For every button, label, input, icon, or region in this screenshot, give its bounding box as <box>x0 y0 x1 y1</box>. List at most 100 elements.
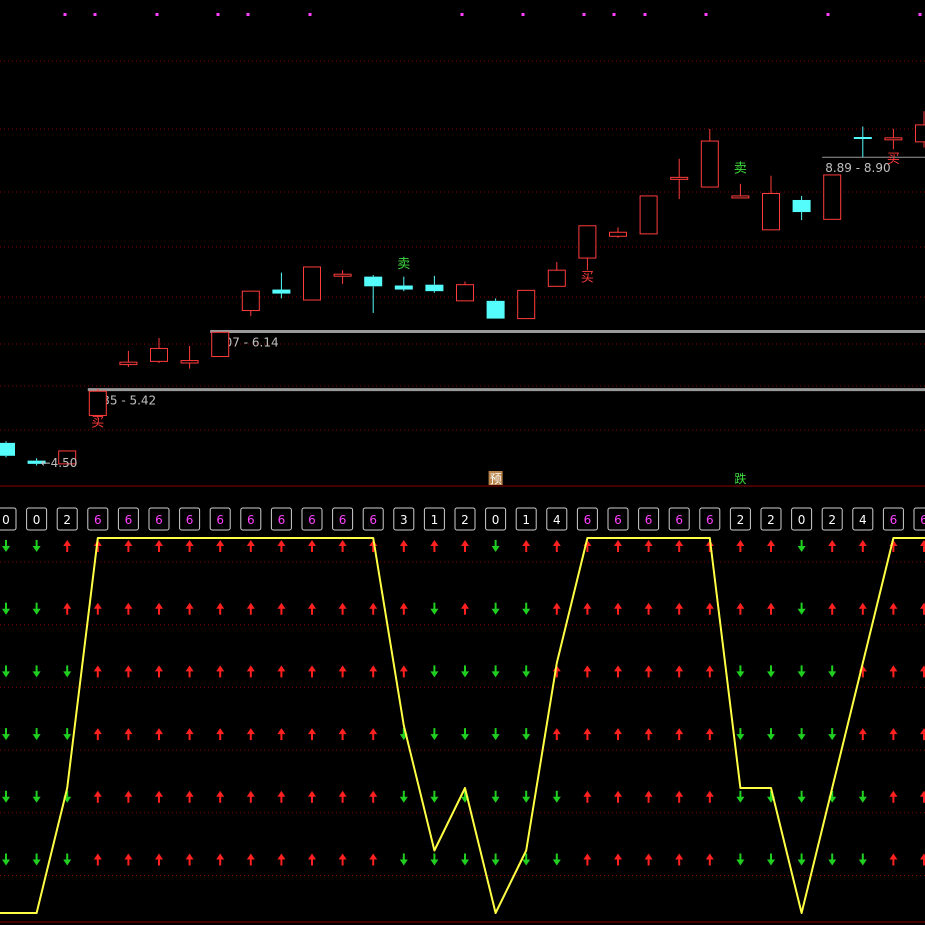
annotation-label: 卖 <box>734 162 747 177</box>
top-dot <box>93 13 97 16</box>
score-box: 3 <box>393 507 415 531</box>
score-value: 0 <box>2 513 10 527</box>
score-box: 6 <box>362 507 384 531</box>
candle-body <box>333 273 352 277</box>
score-box: 6 <box>240 507 262 531</box>
candle-body <box>486 300 505 319</box>
score-value: 4 <box>553 513 561 527</box>
candle-body <box>700 140 719 188</box>
candle <box>517 289 536 320</box>
candle <box>0 441 15 458</box>
top-dot <box>521 13 525 16</box>
candle-body <box>425 284 444 292</box>
top-dot <box>155 13 159 16</box>
chart-background <box>0 0 925 925</box>
score-box: 0 <box>791 507 813 531</box>
top-dot <box>612 13 616 16</box>
score-value: 6 <box>216 513 224 527</box>
score-value: 6 <box>614 513 622 527</box>
score-box: 2 <box>729 507 751 531</box>
candle-body <box>762 193 780 231</box>
top-dot <box>826 13 830 16</box>
candle-body <box>0 442 15 456</box>
score-value: 2 <box>767 513 775 527</box>
score-box: 6 <box>148 507 170 531</box>
top-dot <box>918 13 922 16</box>
score-box: 0 <box>485 507 507 531</box>
candle-body <box>517 289 536 320</box>
candle <box>639 195 658 235</box>
score-value: 2 <box>461 513 469 527</box>
score-value: 2 <box>828 513 836 527</box>
top-dot <box>582 13 586 16</box>
candle <box>823 174 842 220</box>
score-box: 2 <box>56 507 78 531</box>
score-value: 4 <box>859 513 867 527</box>
score-value: 6 <box>94 513 102 527</box>
score-value: 6 <box>186 513 194 527</box>
annotation-label: ←4.50 <box>41 456 78 470</box>
score-value: 6 <box>247 513 255 527</box>
score-value: 0 <box>492 513 500 527</box>
candle <box>211 331 230 358</box>
score-box: 4 <box>852 507 874 531</box>
top-dot <box>308 13 312 16</box>
score-box: 6 <box>576 507 598 531</box>
candle-body <box>578 225 597 259</box>
top-dot <box>704 13 708 16</box>
die-label: 跌 <box>734 471 746 486</box>
score-box: 6 <box>638 507 660 531</box>
score-value: 6 <box>706 513 714 527</box>
top-dot <box>460 13 464 16</box>
top-dot <box>63 13 67 16</box>
score-box: 6 <box>117 507 139 531</box>
candle-body <box>547 269 566 287</box>
score-box: 6 <box>882 507 904 531</box>
candle <box>456 281 474 302</box>
annotation-label: 买 <box>91 416 104 431</box>
score-box: 6 <box>607 507 629 531</box>
score-box: 1 <box>423 507 445 531</box>
score-value: 0 <box>33 513 41 527</box>
score-box: 6 <box>668 507 690 531</box>
score-box: 6 <box>209 507 231 531</box>
candle-body <box>211 331 230 358</box>
score-value: 6 <box>584 513 592 527</box>
score-value: 6 <box>339 513 347 527</box>
candle <box>88 388 107 419</box>
candle-body <box>364 276 383 287</box>
score-box: 0 <box>26 507 48 531</box>
candle-body <box>609 231 627 237</box>
candle-body <box>303 266 321 301</box>
score-box: 2 <box>760 507 782 531</box>
level-label: 8.89 - 8.90 <box>825 161 890 175</box>
score-value: 6 <box>308 513 316 527</box>
candle <box>303 266 321 301</box>
score-box: 2 <box>454 507 476 531</box>
score-value: 2 <box>63 513 71 527</box>
candle-body <box>119 361 138 366</box>
candle-body <box>394 285 413 290</box>
candle-body <box>884 137 903 141</box>
candle-body <box>731 195 750 199</box>
annotation-label: 卖 <box>397 257 410 272</box>
candle-body <box>241 290 260 312</box>
annotation-label: 买 <box>581 270 594 285</box>
stock-indicator-chart: 5.35 - 5.426.07 - 6.148.89 - 8.90 ←4.50买… <box>0 0 925 925</box>
annotation-label: 买 <box>887 152 900 167</box>
score-value: 6 <box>675 513 683 527</box>
candle-body <box>639 195 658 235</box>
candle-body <box>823 174 842 220</box>
score-box: 2 <box>821 507 843 531</box>
top-dot <box>246 13 250 16</box>
score-box: 6 <box>301 507 323 531</box>
top-dot <box>643 13 647 16</box>
score-box: 1 <box>515 507 537 531</box>
score-box: 6 <box>332 507 354 531</box>
score-value: 6 <box>369 513 377 527</box>
candle-body <box>88 390 107 416</box>
candle-body <box>456 284 474 302</box>
score-value: 3 <box>400 513 408 527</box>
score-box: 6 <box>913 507 925 531</box>
score-box: 6 <box>270 507 292 531</box>
